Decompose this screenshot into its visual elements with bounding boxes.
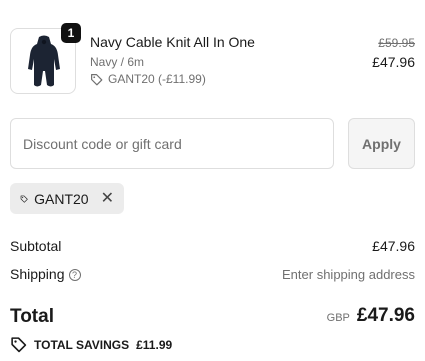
product-image	[28, 35, 60, 87]
subtotal-row: Subtotal £47.96	[10, 238, 415, 254]
item-discount: GANT20 (-£11.99)	[90, 72, 206, 86]
item-price: £47.96	[372, 54, 415, 70]
shipping-label: Shipping	[10, 266, 65, 282]
item-discount-label: GANT20 (-£11.99)	[108, 72, 206, 86]
savings-label: TOTAL SAVINGS	[34, 337, 130, 352]
tag-icon	[91, 73, 103, 85]
line-item: 1 Navy Cable Knit All In One Navy / 6m G…	[10, 23, 415, 94]
currency-code: GBP	[326, 312, 350, 324]
savings-value: £11.99	[136, 337, 173, 352]
tag-icon	[11, 337, 27, 353]
product-variant: Navy / 6m	[90, 55, 145, 69]
tag-icon	[20, 195, 28, 203]
applied-code-label: GANT20	[34, 190, 89, 207]
help-icon[interactable]: ?	[68, 269, 81, 281]
subtotal-value: £47.96	[372, 238, 415, 254]
shipping-row: Shipping? Enter shipping address	[10, 266, 415, 282]
discount-code-input[interactable]	[10, 118, 334, 169]
apply-button[interactable]: Apply	[348, 118, 415, 169]
remove-code-icon[interactable]: ✕	[101, 190, 114, 207]
original-price: £59.95	[378, 36, 415, 50]
total-value: £47.96	[356, 305, 415, 326]
applied-discount-chip: GANT20 ✕	[10, 183, 124, 214]
shipping-value: Enter shipping address	[282, 267, 415, 282]
quantity-badge: 1	[61, 23, 81, 43]
total-label: Total	[10, 306, 54, 327]
product-name: Navy Cable Knit All In One	[90, 34, 255, 50]
total-amount: GBP £47.96	[327, 305, 415, 327]
total-savings: TOTAL SAVINGS £11.99	[10, 336, 172, 353]
subtotal-label: Subtotal	[10, 238, 62, 254]
